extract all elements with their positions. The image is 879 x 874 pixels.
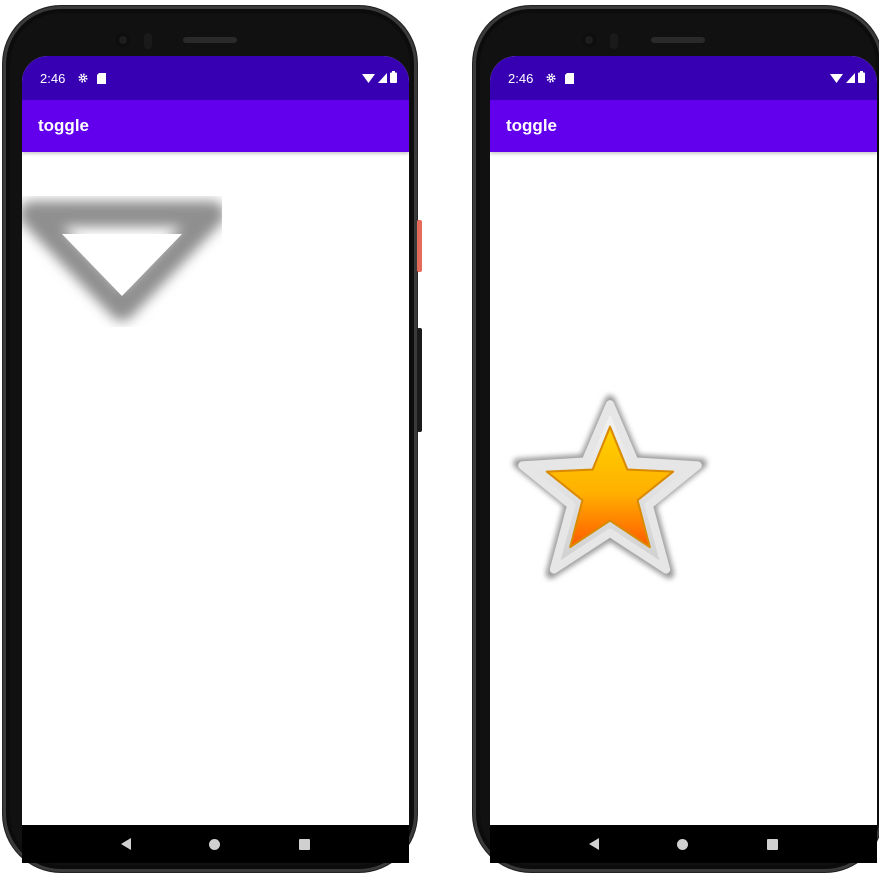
arrow-down-icon [22, 201, 225, 321]
front-camera-icon [116, 33, 130, 47]
status-bar: 2:46 [490, 56, 877, 100]
phone-frame-left: 2:46 toggle [3, 6, 422, 872]
sensor-icon [144, 33, 152, 49]
earpiece [183, 37, 237, 43]
app-title: toggle [506, 116, 557, 135]
settings-gear-icon [77, 72, 89, 84]
volume-rocker [417, 328, 422, 432]
sd-card-icon [97, 72, 107, 84]
status-bar: 2:46 [22, 56, 409, 100]
battery-icon [390, 71, 397, 86]
status-time: 2:46 [508, 70, 534, 86]
navigation-bar [490, 825, 877, 863]
app-title: toggle [38, 116, 89, 135]
screen: 2:46 toggle [22, 56, 409, 825]
signal-icon [378, 71, 387, 86]
nav-recents-icon[interactable] [298, 838, 310, 850]
wifi-icon [362, 71, 375, 86]
app-bar: toggle [22, 100, 409, 152]
toggle-button[interactable] [508, 390, 712, 599]
earpiece [651, 37, 705, 43]
nav-home-icon[interactable] [209, 838, 221, 850]
phone-frame-right: 2:46 toggle [473, 6, 879, 872]
star-icon [513, 395, 707, 579]
sd-card-icon [565, 72, 575, 84]
nav-back-icon[interactable] [589, 838, 600, 850]
settings-gear-icon [545, 72, 557, 84]
screen: 2:46 toggle [490, 56, 877, 825]
front-camera-icon [582, 33, 596, 47]
nav-back-icon[interactable] [121, 838, 132, 850]
toggle-button[interactable] [22, 196, 225, 341]
nav-recents-icon[interactable] [766, 838, 778, 850]
navigation-bar [22, 825, 409, 863]
status-time: 2:46 [40, 70, 66, 86]
power-button [417, 220, 422, 272]
app-bar: toggle [490, 100, 877, 152]
signal-icon [846, 71, 855, 86]
battery-icon [858, 71, 865, 86]
nav-home-icon[interactable] [677, 838, 689, 850]
sensor-icon [610, 33, 618, 49]
wifi-icon [830, 71, 843, 86]
